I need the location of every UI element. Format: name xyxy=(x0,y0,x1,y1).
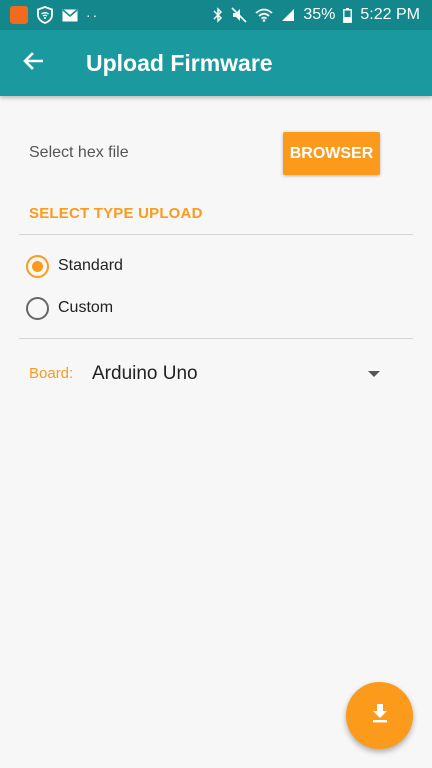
radio-unchecked-icon xyxy=(26,296,49,320)
divider xyxy=(19,234,413,235)
signal-icon xyxy=(281,8,295,22)
file-select-row: Select hex file BROWSER xyxy=(0,132,432,176)
download-icon xyxy=(371,703,389,728)
back-button[interactable] xyxy=(0,30,66,96)
app-bar: Upload Firmware xyxy=(0,30,432,96)
status-dots: ·· xyxy=(86,7,100,23)
divider xyxy=(19,338,413,339)
radio-custom[interactable]: Custom xyxy=(26,293,113,323)
board-label: Board: xyxy=(29,365,74,382)
radio-checked-icon xyxy=(26,254,49,278)
radio-dot xyxy=(32,260,43,272)
radio-standard[interactable]: Standard xyxy=(26,251,123,281)
main-content: Select hex file BROWSER SELECT TYPE UPLO… xyxy=(0,96,432,768)
board-dropdown[interactable]: Arduino Uno xyxy=(92,359,388,389)
select-hex-file-label: Select hex file xyxy=(29,144,129,161)
shield-wifi-icon xyxy=(36,6,54,24)
board-selected-value: Arduino Uno xyxy=(92,363,198,384)
radio-label-standard: Standard xyxy=(58,257,123,274)
bluetooth-icon xyxy=(213,7,223,23)
app-notification-icon xyxy=(10,6,28,24)
mute-icon xyxy=(231,7,247,23)
clock: 5:22 PM xyxy=(360,6,420,23)
status-bar-right: 35% 5:22 PM xyxy=(213,6,420,24)
section-title-upload-type: SELECT TYPE UPLOAD xyxy=(29,205,203,222)
wifi-icon xyxy=(255,8,273,22)
mail-icon xyxy=(62,8,78,22)
board-row: Board: Arduino Uno xyxy=(0,359,432,389)
battery-percent: 35% xyxy=(303,6,336,23)
page-title: Upload Firmware xyxy=(86,49,273,76)
radio-label-custom: Custom xyxy=(58,299,114,316)
status-bar-left: ·· xyxy=(10,6,99,24)
download-fab-button[interactable] xyxy=(346,682,413,749)
arrow-back-icon xyxy=(23,51,44,75)
browser-button[interactable]: BROWSER xyxy=(283,132,380,175)
battery-icon xyxy=(343,7,353,23)
dropdown-arrow-icon xyxy=(368,371,380,377)
status-bar: ·· 35% 5:22 PM xyxy=(0,0,432,30)
